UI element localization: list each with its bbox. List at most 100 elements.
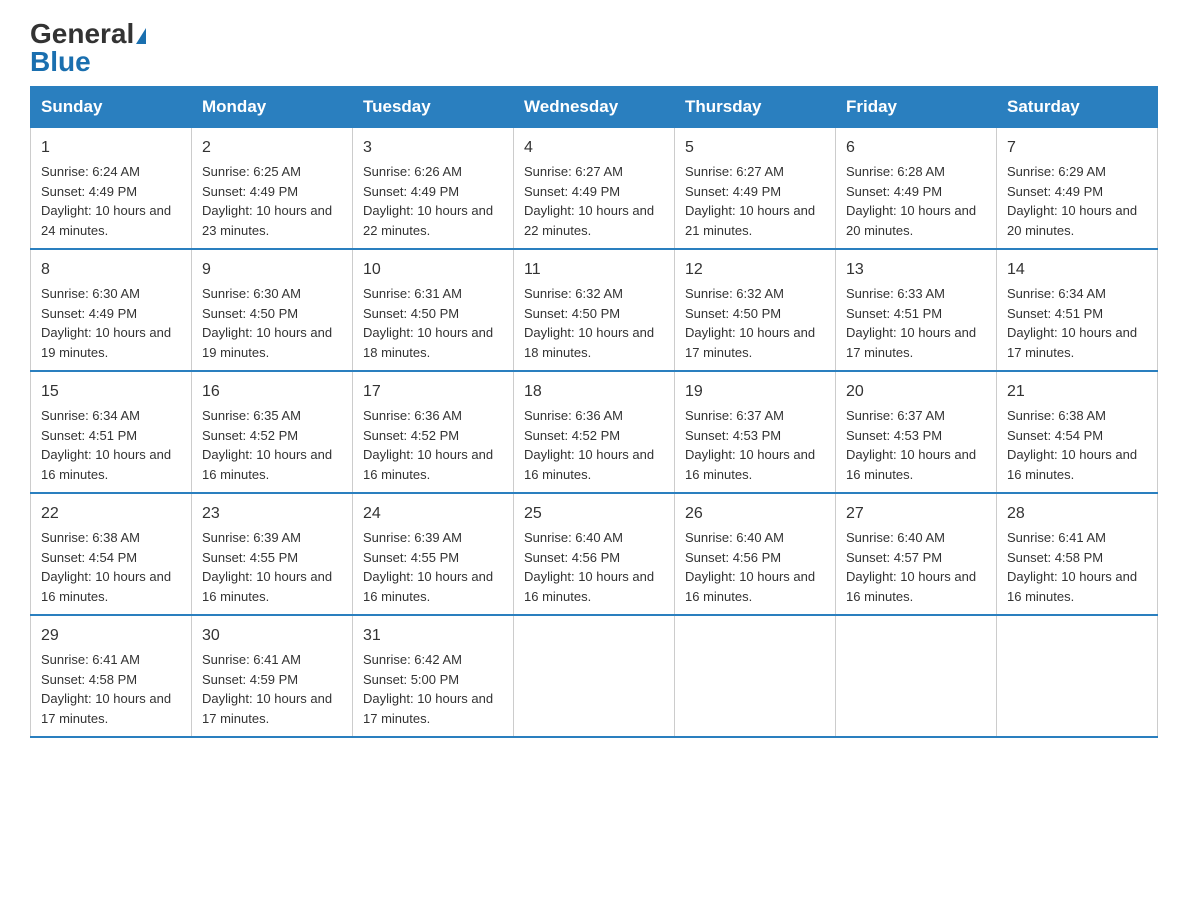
sunrise-info: Sunrise: 6:42 AM (363, 650, 503, 670)
day-number: 19 (685, 380, 825, 404)
day-number: 13 (846, 258, 986, 282)
sunset-info: Sunset: 4:54 PM (41, 548, 181, 568)
daylight-info: Daylight: 10 hours and 24 minutes. (41, 201, 181, 240)
day-number: 29 (41, 624, 181, 648)
calendar-cell: 11Sunrise: 6:32 AMSunset: 4:50 PMDayligh… (514, 249, 675, 371)
weekday-header-thursday: Thursday (675, 87, 836, 128)
calendar-cell: 3Sunrise: 6:26 AMSunset: 4:49 PMDaylight… (353, 128, 514, 250)
daylight-info: Daylight: 10 hours and 22 minutes. (363, 201, 503, 240)
sunset-info: Sunset: 4:49 PM (846, 182, 986, 202)
calendar-week-row: 15Sunrise: 6:34 AMSunset: 4:51 PMDayligh… (31, 371, 1158, 493)
sunrise-info: Sunrise: 6:34 AM (1007, 284, 1147, 304)
sunrise-info: Sunrise: 6:36 AM (363, 406, 503, 426)
daylight-info: Daylight: 10 hours and 16 minutes. (363, 567, 503, 606)
logo: General Blue (30, 20, 146, 76)
day-number: 20 (846, 380, 986, 404)
calendar-cell: 14Sunrise: 6:34 AMSunset: 4:51 PMDayligh… (997, 249, 1158, 371)
day-number: 27 (846, 502, 986, 526)
day-number: 12 (685, 258, 825, 282)
calendar-cell (836, 615, 997, 737)
daylight-info: Daylight: 10 hours and 16 minutes. (524, 567, 664, 606)
calendar-cell (514, 615, 675, 737)
daylight-info: Daylight: 10 hours and 20 minutes. (846, 201, 986, 240)
daylight-info: Daylight: 10 hours and 17 minutes. (685, 323, 825, 362)
daylight-info: Daylight: 10 hours and 19 minutes. (41, 323, 181, 362)
day-number: 30 (202, 624, 342, 648)
page-header: General Blue (30, 20, 1158, 76)
sunrise-info: Sunrise: 6:32 AM (685, 284, 825, 304)
sunrise-info: Sunrise: 6:31 AM (363, 284, 503, 304)
sunset-info: Sunset: 4:49 PM (1007, 182, 1147, 202)
weekday-header-sunday: Sunday (31, 87, 192, 128)
day-number: 1 (41, 136, 181, 160)
weekday-header-wednesday: Wednesday (514, 87, 675, 128)
daylight-info: Daylight: 10 hours and 17 minutes. (846, 323, 986, 362)
calendar-cell: 22Sunrise: 6:38 AMSunset: 4:54 PMDayligh… (31, 493, 192, 615)
calendar-cell: 9Sunrise: 6:30 AMSunset: 4:50 PMDaylight… (192, 249, 353, 371)
calendar-cell: 19Sunrise: 6:37 AMSunset: 4:53 PMDayligh… (675, 371, 836, 493)
sunset-info: Sunset: 4:50 PM (202, 304, 342, 324)
calendar-cell: 26Sunrise: 6:40 AMSunset: 4:56 PMDayligh… (675, 493, 836, 615)
calendar-cell: 2Sunrise: 6:25 AMSunset: 4:49 PMDaylight… (192, 128, 353, 250)
logo-blue: Blue (30, 48, 91, 76)
daylight-info: Daylight: 10 hours and 16 minutes. (202, 445, 342, 484)
day-number: 24 (363, 502, 503, 526)
sunset-info: Sunset: 4:58 PM (1007, 548, 1147, 568)
sunrise-info: Sunrise: 6:33 AM (846, 284, 986, 304)
sunset-info: Sunset: 4:54 PM (1007, 426, 1147, 446)
daylight-info: Daylight: 10 hours and 23 minutes. (202, 201, 342, 240)
calendar-cell: 13Sunrise: 6:33 AMSunset: 4:51 PMDayligh… (836, 249, 997, 371)
daylight-info: Daylight: 10 hours and 17 minutes. (41, 689, 181, 728)
calendar-cell: 30Sunrise: 6:41 AMSunset: 4:59 PMDayligh… (192, 615, 353, 737)
daylight-info: Daylight: 10 hours and 16 minutes. (41, 567, 181, 606)
day-number: 9 (202, 258, 342, 282)
calendar-cell: 4Sunrise: 6:27 AMSunset: 4:49 PMDaylight… (514, 128, 675, 250)
day-number: 25 (524, 502, 664, 526)
daylight-info: Daylight: 10 hours and 16 minutes. (846, 567, 986, 606)
calendar-cell: 31Sunrise: 6:42 AMSunset: 5:00 PMDayligh… (353, 615, 514, 737)
sunrise-info: Sunrise: 6:41 AM (202, 650, 342, 670)
sunset-info: Sunset: 4:49 PM (524, 182, 664, 202)
day-number: 16 (202, 380, 342, 404)
calendar-week-row: 8Sunrise: 6:30 AMSunset: 4:49 PMDaylight… (31, 249, 1158, 371)
sunset-info: Sunset: 4:52 PM (363, 426, 503, 446)
weekday-header-friday: Friday (836, 87, 997, 128)
sunset-info: Sunset: 4:56 PM (524, 548, 664, 568)
daylight-info: Daylight: 10 hours and 17 minutes. (363, 689, 503, 728)
sunrise-info: Sunrise: 6:27 AM (524, 162, 664, 182)
sunrise-info: Sunrise: 6:26 AM (363, 162, 503, 182)
sunrise-info: Sunrise: 6:40 AM (524, 528, 664, 548)
sunset-info: Sunset: 4:57 PM (846, 548, 986, 568)
daylight-info: Daylight: 10 hours and 16 minutes. (1007, 445, 1147, 484)
sunrise-info: Sunrise: 6:35 AM (202, 406, 342, 426)
sunset-info: Sunset: 4:51 PM (1007, 304, 1147, 324)
sunset-info: Sunset: 4:58 PM (41, 670, 181, 690)
weekday-header-row: SundayMondayTuesdayWednesdayThursdayFrid… (31, 87, 1158, 128)
weekday-header-monday: Monday (192, 87, 353, 128)
sunset-info: Sunset: 4:49 PM (685, 182, 825, 202)
calendar-week-row: 1Sunrise: 6:24 AMSunset: 4:49 PMDaylight… (31, 128, 1158, 250)
sunset-info: Sunset: 4:59 PM (202, 670, 342, 690)
day-number: 22 (41, 502, 181, 526)
day-number: 23 (202, 502, 342, 526)
day-number: 3 (363, 136, 503, 160)
calendar-cell: 17Sunrise: 6:36 AMSunset: 4:52 PMDayligh… (353, 371, 514, 493)
sunrise-info: Sunrise: 6:38 AM (1007, 406, 1147, 426)
sunset-info: Sunset: 4:49 PM (202, 182, 342, 202)
sunrise-info: Sunrise: 6:36 AM (524, 406, 664, 426)
daylight-info: Daylight: 10 hours and 16 minutes. (685, 445, 825, 484)
sunset-info: Sunset: 4:52 PM (524, 426, 664, 446)
daylight-info: Daylight: 10 hours and 17 minutes. (202, 689, 342, 728)
sunrise-info: Sunrise: 6:38 AM (41, 528, 181, 548)
sunrise-info: Sunrise: 6:27 AM (685, 162, 825, 182)
daylight-info: Daylight: 10 hours and 16 minutes. (524, 445, 664, 484)
daylight-info: Daylight: 10 hours and 20 minutes. (1007, 201, 1147, 240)
logo-general: General (30, 20, 146, 48)
day-number: 2 (202, 136, 342, 160)
calendar-cell: 29Sunrise: 6:41 AMSunset: 4:58 PMDayligh… (31, 615, 192, 737)
sunset-info: Sunset: 4:55 PM (363, 548, 503, 568)
calendar-cell: 23Sunrise: 6:39 AMSunset: 4:55 PMDayligh… (192, 493, 353, 615)
calendar-cell: 5Sunrise: 6:27 AMSunset: 4:49 PMDaylight… (675, 128, 836, 250)
calendar-cell: 7Sunrise: 6:29 AMSunset: 4:49 PMDaylight… (997, 128, 1158, 250)
sunrise-info: Sunrise: 6:37 AM (846, 406, 986, 426)
